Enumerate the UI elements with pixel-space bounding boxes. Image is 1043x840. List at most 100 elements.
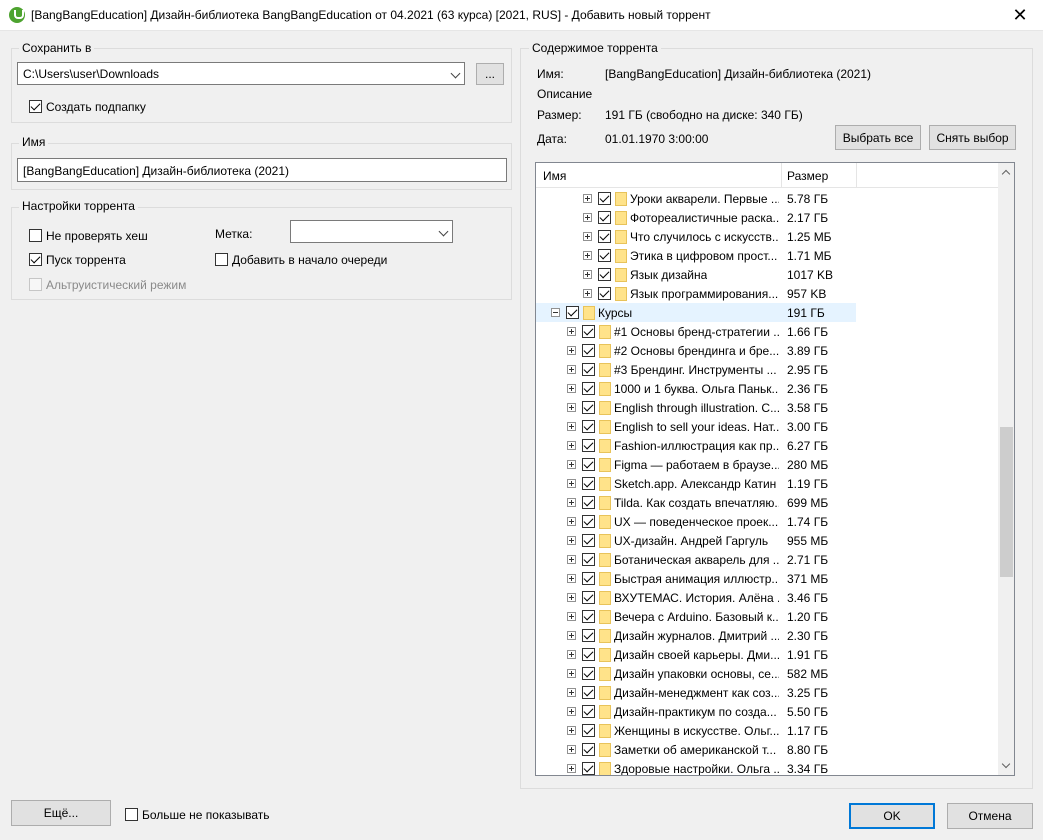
tree-row-checkbox[interactable] <box>582 401 595 414</box>
expand-icon[interactable] <box>567 346 576 355</box>
dont-show-checkbox[interactable] <box>125 808 138 821</box>
expand-icon[interactable] <box>567 593 576 602</box>
tree-row-checkbox[interactable] <box>582 591 595 604</box>
browse-button[interactable]: ... <box>476 63 504 85</box>
expand-icon[interactable] <box>567 707 576 716</box>
expand-icon[interactable] <box>567 536 576 545</box>
tree-row-checkbox[interactable] <box>582 724 595 737</box>
file-tree[interactable]: Имя Размер Уроки акварели. Первые ... 5.7… <box>535 162 1015 776</box>
scroll-down-icon[interactable] <box>1001 759 1011 769</box>
tree-row-checkbox[interactable] <box>598 268 611 281</box>
expand-icon[interactable] <box>567 460 576 469</box>
column-header-name[interactable]: Имя <box>543 169 566 183</box>
ok-button[interactable]: OK <box>849 803 935 829</box>
tree-row-checkbox[interactable] <box>582 705 595 718</box>
tree-row[interactable]: 1000 и 1 буква. Ольга Паньк... 2.36 ГБ <box>536 379 998 398</box>
tree-row[interactable]: Вечера с Arduino. Базовый к... 1.20 ГБ <box>536 607 998 626</box>
tree-row-checkbox[interactable] <box>598 192 611 205</box>
create-subfolder-checkbox[interactable] <box>29 100 42 113</box>
tree-row-checkbox[interactable] <box>582 458 595 471</box>
tree-row[interactable]: Заметки об американской т... 8.80 ГБ <box>536 740 998 759</box>
collapse-icon[interactable] <box>551 308 560 317</box>
tree-row-checkbox[interactable] <box>582 667 595 680</box>
expand-icon[interactable] <box>567 631 576 640</box>
expand-icon[interactable] <box>567 422 576 431</box>
add-to-top-label[interactable]: Добавить в начало очереди <box>232 253 387 267</box>
column-header-size[interactable]: Размер <box>787 169 828 183</box>
tree-row-checkbox[interactable] <box>582 648 595 661</box>
expand-icon[interactable] <box>567 365 576 374</box>
tree-row-checkbox[interactable] <box>598 230 611 243</box>
tree-row-checkbox[interactable] <box>582 363 595 376</box>
more-button[interactable]: Ещё... <box>11 800 111 826</box>
dont-show-label[interactable]: Больше не показывать <box>142 808 270 822</box>
tree-row[interactable]: Курсы 191 ГБ <box>536 303 856 322</box>
expand-icon[interactable] <box>567 498 576 507</box>
tree-row-checkbox[interactable] <box>582 439 595 452</box>
start-torrent-label[interactable]: Пуск торрента <box>46 253 126 267</box>
expand-icon[interactable] <box>567 726 576 735</box>
tree-row[interactable]: Здоровые настройки. Ольга ... 3.34 ГБ <box>536 759 998 775</box>
select-all-button[interactable]: Выбрать все <box>835 125 921 150</box>
tree-row[interactable]: Tilda. Как создать впечатляю... 699 МБ <box>536 493 998 512</box>
tree-row[interactable]: #1 Основы бренд-стратегии ... 1.66 ГБ <box>536 322 998 341</box>
cancel-button[interactable]: Отмена <box>947 803 1033 829</box>
expand-icon[interactable] <box>567 650 576 659</box>
torrent-label-combobox[interactable] <box>290 220 453 243</box>
tree-row[interactable]: Язык дизайна 1017 KB <box>536 265 998 284</box>
tree-row[interactable]: Быстрая анимация иллюстр... 371 МБ <box>536 569 998 588</box>
tree-row-checkbox[interactable] <box>582 325 595 338</box>
file-tree-scrollbar[interactable] <box>998 163 1014 775</box>
start-torrent-checkbox[interactable] <box>29 253 42 266</box>
expand-icon[interactable] <box>583 232 592 241</box>
expand-icon[interactable] <box>583 270 592 279</box>
tree-row-checkbox[interactable] <box>582 629 595 642</box>
tree-row-checkbox[interactable] <box>582 496 595 509</box>
create-subfolder-label[interactable]: Создать подпапку <box>46 100 146 114</box>
scroll-thumb[interactable] <box>1000 427 1013 577</box>
expand-icon[interactable] <box>567 441 576 450</box>
tree-row-checkbox[interactable] <box>582 553 595 566</box>
tree-row[interactable]: Fashion-иллюстрация как пр... 6.27 ГБ <box>536 436 998 455</box>
tree-row[interactable]: Ботаническая акварель для ... 2.71 ГБ <box>536 550 998 569</box>
scroll-up-icon[interactable] <box>1001 169 1011 179</box>
tree-row[interactable]: English to sell your ideas. Нат... 3.00 Г… <box>536 417 998 436</box>
tree-row-checkbox[interactable] <box>598 211 611 224</box>
expand-icon[interactable] <box>583 289 592 298</box>
expand-icon[interactable] <box>583 213 592 222</box>
tree-row[interactable]: Уроки акварели. Первые ... 5.78 ГБ <box>536 189 998 208</box>
expand-icon[interactable] <box>583 251 592 260</box>
tree-row[interactable]: Дизайн упаковки основы, се... 582 МБ <box>536 664 998 683</box>
tree-row[interactable]: Дизайн своей карьеры. Дми... 1.91 ГБ <box>536 645 998 664</box>
tree-row[interactable]: Figma — работаем в браузе... 280 МБ <box>536 455 998 474</box>
tree-row-checkbox[interactable] <box>566 306 579 319</box>
tree-row-checkbox[interactable] <box>582 610 595 623</box>
tree-row-checkbox[interactable] <box>582 420 595 433</box>
tree-row[interactable]: UX — поведенческое проек... 1.74 ГБ <box>536 512 998 531</box>
save-path-combobox[interactable]: C:\Users\user\Downloads <box>17 62 465 85</box>
expand-icon[interactable] <box>567 764 576 773</box>
tree-row[interactable]: Женщины в искусстве. Ольг... 1.17 ГБ <box>536 721 998 740</box>
expand-icon[interactable] <box>567 479 576 488</box>
tree-row[interactable]: #3 Брендинг. Инструменты ... 2.95 ГБ <box>536 360 998 379</box>
skip-hash-label[interactable]: Не проверять хеш <box>46 229 148 243</box>
tree-row-checkbox[interactable] <box>582 686 595 699</box>
tree-row[interactable]: UX-дизайн. Андрей Гаргуль 955 МБ <box>536 531 998 550</box>
tree-row-checkbox[interactable] <box>582 382 595 395</box>
name-input[interactable]: [BangBangEducation] Дизайн-библиотека (2… <box>17 158 507 182</box>
tree-row[interactable]: English through illustration. C... 3.58 Г… <box>536 398 998 417</box>
expand-icon[interactable] <box>567 612 576 621</box>
tree-row-checkbox[interactable] <box>582 743 595 756</box>
expand-icon[interactable] <box>567 688 576 697</box>
close-icon[interactable]: ✕ <box>997 0 1043 31</box>
tree-row[interactable]: Sketch.app. Александр Катин 1.19 ГБ <box>536 474 998 493</box>
tree-row-checkbox[interactable] <box>598 249 611 262</box>
expand-icon[interactable] <box>567 669 576 678</box>
tree-row-checkbox[interactable] <box>582 477 595 490</box>
expand-icon[interactable] <box>567 403 576 412</box>
tree-row-checkbox[interactable] <box>582 515 595 528</box>
tree-row-checkbox[interactable] <box>598 287 611 300</box>
expand-icon[interactable] <box>567 555 576 564</box>
tree-row[interactable]: Что случилось с искусств... 1.25 МБ <box>536 227 998 246</box>
expand-icon[interactable] <box>567 517 576 526</box>
